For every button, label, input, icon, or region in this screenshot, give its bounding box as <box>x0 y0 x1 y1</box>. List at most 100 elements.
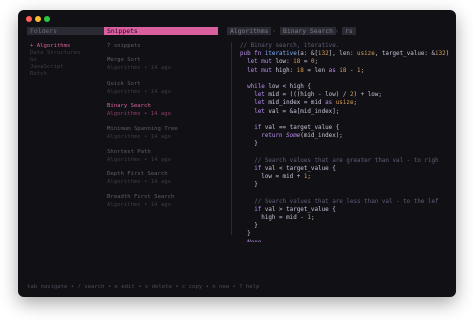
code-token: (mid_index); <box>300 133 343 140</box>
code-token: low = mid + <box>261 174 304 180</box>
code-token: low < high { <box>268 83 311 90</box>
code-token: ], len: <box>328 51 358 58</box>
code-token: if <box>254 206 265 213</box>
code-token: ; <box>307 174 311 180</box>
code-line: while low < high { <box>240 83 456 91</box>
code-token: as <box>325 100 336 107</box>
code-line: return Some(mid_index); <box>240 132 456 140</box>
code-token: if <box>254 124 265 131</box>
code-line: // Binary search, iterative. <box>240 42 456 50</box>
folder-item-algorithms[interactable]: + Algorithms <box>30 43 70 50</box>
code-token: } <box>254 141 258 148</box>
snippet-meta: Algorithms • 14 ago <box>107 134 171 140</box>
code-token: let <box>254 100 269 107</box>
code-token: // Binary search, iterative. <box>240 43 340 49</box>
snippets-pane-header[interactable]: Snippets <box>104 27 218 35</box>
code-token: if <box>254 165 265 172</box>
code-view[interactable]: // Binary search, iterative. pub fn itera… <box>240 42 456 242</box>
code-token: } <box>254 182 258 189</box>
code-token: pub fn <box>240 51 265 58</box>
code-token: i32 <box>318 51 329 58</box>
snippet-title[interactable]: Minimum Spanning Tree <box>107 126 178 133</box>
code-token: = <box>300 59 311 66</box>
snippet-title[interactable]: Depth First Search <box>107 171 168 178</box>
code-token: i32 <box>435 51 446 58</box>
snippet-meta: Algorithms • 14 ago <box>107 179 171 185</box>
code-token: , target_value: & <box>374 51 436 58</box>
code-line: if val > target_value { <box>240 206 456 214</box>
code-token: Some <box>286 133 301 140</box>
code-token: let <box>254 108 269 115</box>
status-bar-help: tab navigate • / search • e edit • x del… <box>27 284 260 290</box>
snippet-meta: Algorithms • 14 ago <box>107 157 171 163</box>
code-token: usize <box>357 51 375 58</box>
code-token: let mut <box>247 59 276 66</box>
code-token: ; <box>310 214 315 221</box>
code-line: low = mid + 1; <box>240 173 456 181</box>
snippet-title[interactable]: Breadth First Search <box>107 194 174 201</box>
code-line: } <box>240 222 456 230</box>
code-token: None <box>247 240 261 243</box>
code-token: high <box>275 67 290 74</box>
folder-item-ratch[interactable]: Ratch <box>30 71 47 78</box>
snippet-meta: Algorithms • 14 ago <box>107 65 171 71</box>
code-token: ; <box>314 59 319 66</box>
code-token: : <box>289 67 297 74</box>
code-token: // Search values that are greater than v… <box>254 157 439 164</box>
snippet-title[interactable]: Merge Sort <box>107 57 141 64</box>
minimize-window-icon[interactable] <box>35 16 41 22</box>
code-token: val <box>268 108 280 115</box>
code-token: (a: &[ <box>296 51 319 58</box>
snippet-title[interactable]: Shortest Path <box>107 149 151 156</box>
breadcrumb-separator: › <box>335 27 339 35</box>
snippet-title[interactable]: Quick Sort <box>107 81 141 88</box>
code-token: mid <box>268 92 280 99</box>
code-token: return <box>261 133 287 140</box>
code-token: as <box>328 67 340 74</box>
close-window-icon[interactable] <box>26 16 32 22</box>
code-token: ; <box>360 67 365 74</box>
code-token: - <box>346 67 358 74</box>
code-token: ) + low; <box>353 92 382 99</box>
folder-item-data-structures[interactable]: Data Structures <box>30 50 81 57</box>
code-token: let mut <box>247 67 276 74</box>
code-line: let mut high: i8 = len as i8 - 1; <box>240 67 456 75</box>
code-token: high = mid - <box>261 214 308 221</box>
code-line: let mid_index = mid as usize; <box>240 99 456 107</box>
code-token: val > target_value { <box>264 206 336 213</box>
breadcrumb-folder[interactable]: Algorithms <box>227 27 272 35</box>
code-token: val < target_value { <box>264 165 336 172</box>
code-line: } <box>240 140 456 148</box>
maximize-window-icon[interactable] <box>44 16 50 22</box>
code-token: val == target_value { <box>264 124 340 131</box>
code-token: } <box>247 231 251 238</box>
code-token: = mid <box>300 100 326 107</box>
folder-item-javascript[interactable]: JavaScript <box>30 64 64 71</box>
code-token: } <box>254 223 258 230</box>
code-token: ; <box>353 100 358 107</box>
snippet-title-selected[interactable]: Binary Search <box>107 103 151 110</box>
snippet-meta-selected: Algorithms • 14 ago <box>107 111 171 117</box>
breadcrumb-separator: › <box>272 27 276 35</box>
code-token: i8 <box>296 67 304 74</box>
snippet-meta: Algorithms • 14 ago <box>107 89 171 95</box>
code-line: let mut low: i8 = 0; <box>240 58 456 66</box>
folder-item-go[interactable]: Go <box>30 57 37 64</box>
code-line: } <box>240 181 456 189</box>
code-line: pub fn iterative(a: &[i32], len: usize, … <box>240 50 456 58</box>
breadcrumb-snippet[interactable]: Binary Search <box>280 27 337 35</box>
breadcrumb-language[interactable]: rs <box>342 27 356 35</box>
folders-pane-header[interactable]: Folders <box>27 27 109 35</box>
code-token: let <box>254 92 269 99</box>
code-token: usize <box>335 100 354 107</box>
code-line: None <box>240 239 456 243</box>
code-token: = (((high - low) / <box>279 92 350 99</box>
app-window: Folders Snippets Algorithms › Binary Sea… <box>18 10 456 297</box>
code-line: if val < target_value { <box>240 165 456 173</box>
code-token: low <box>275 59 287 66</box>
code-line: // Search values that are less than val … <box>240 198 456 206</box>
